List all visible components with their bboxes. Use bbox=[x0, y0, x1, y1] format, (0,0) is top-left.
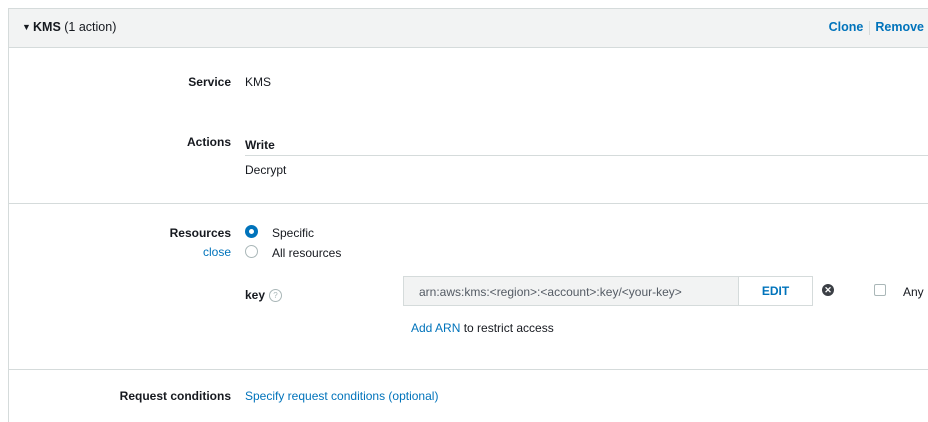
any-label: Any bbox=[903, 285, 924, 299]
policy-service-panel: ▼ KMS (1 action) Clone Remove bbox=[8, 8, 928, 422]
key-label: key? bbox=[245, 288, 283, 303]
radio-all-resources-label[interactable]: All resources bbox=[272, 246, 341, 260]
arn-value: arn:aws:kms:<region>:<account>:key/<your… bbox=[419, 285, 682, 299]
specify-request-conditions-link[interactable]: Specify request conditions (optional) bbox=[245, 389, 438, 403]
x-circle-icon[interactable]: ✕ bbox=[822, 284, 834, 296]
actions-group-heading: Write bbox=[245, 138, 275, 152]
resources-label: Resources bbox=[169, 226, 231, 240]
arn-field[interactable]: arn:aws:kms:<region>:<account>:key/<your… bbox=[403, 276, 813, 306]
header-actions: Clone Remove bbox=[829, 20, 924, 35]
add-arn-link[interactable]: Add ARN bbox=[411, 321, 460, 335]
section-divider bbox=[8, 203, 928, 204]
divider bbox=[245, 155, 928, 156]
radio-specific[interactable] bbox=[245, 225, 258, 238]
action-count: (1 action) bbox=[64, 20, 117, 34]
question-circle-icon[interactable]: ? bbox=[269, 289, 283, 303]
add-arn-suffix: to restrict access bbox=[460, 321, 554, 335]
service-label: Service bbox=[188, 75, 231, 89]
divider bbox=[869, 20, 871, 35]
remove-link[interactable]: Remove bbox=[875, 20, 924, 34]
radio-all-resources[interactable] bbox=[245, 245, 258, 258]
request-conditions-label: Request conditions bbox=[119, 389, 231, 403]
actions-label: Actions bbox=[186, 135, 231, 149]
service-value: KMS bbox=[245, 75, 272, 89]
edit-arn-button[interactable]: EDIT bbox=[738, 277, 812, 305]
radio-specific-label[interactable]: Specific bbox=[272, 226, 314, 240]
panel-title[interactable]: KMS (1 action) bbox=[33, 20, 116, 34]
any-checkbox[interactable] bbox=[874, 284, 886, 296]
action-item-decrypt: Decrypt bbox=[245, 163, 287, 177]
add-arn-text: Add ARN to restrict access bbox=[411, 321, 554, 335]
clone-link[interactable]: Clone bbox=[829, 20, 864, 34]
section-divider bbox=[8, 369, 928, 370]
resources-close-link[interactable]: close bbox=[51, 245, 231, 259]
service-name: KMS bbox=[33, 20, 61, 34]
key-label-text: key bbox=[245, 288, 266, 302]
caret-down-icon[interactable]: ▼ bbox=[22, 22, 31, 32]
panel-header[interactable]: ▼ KMS (1 action) Clone Remove bbox=[9, 9, 928, 48]
